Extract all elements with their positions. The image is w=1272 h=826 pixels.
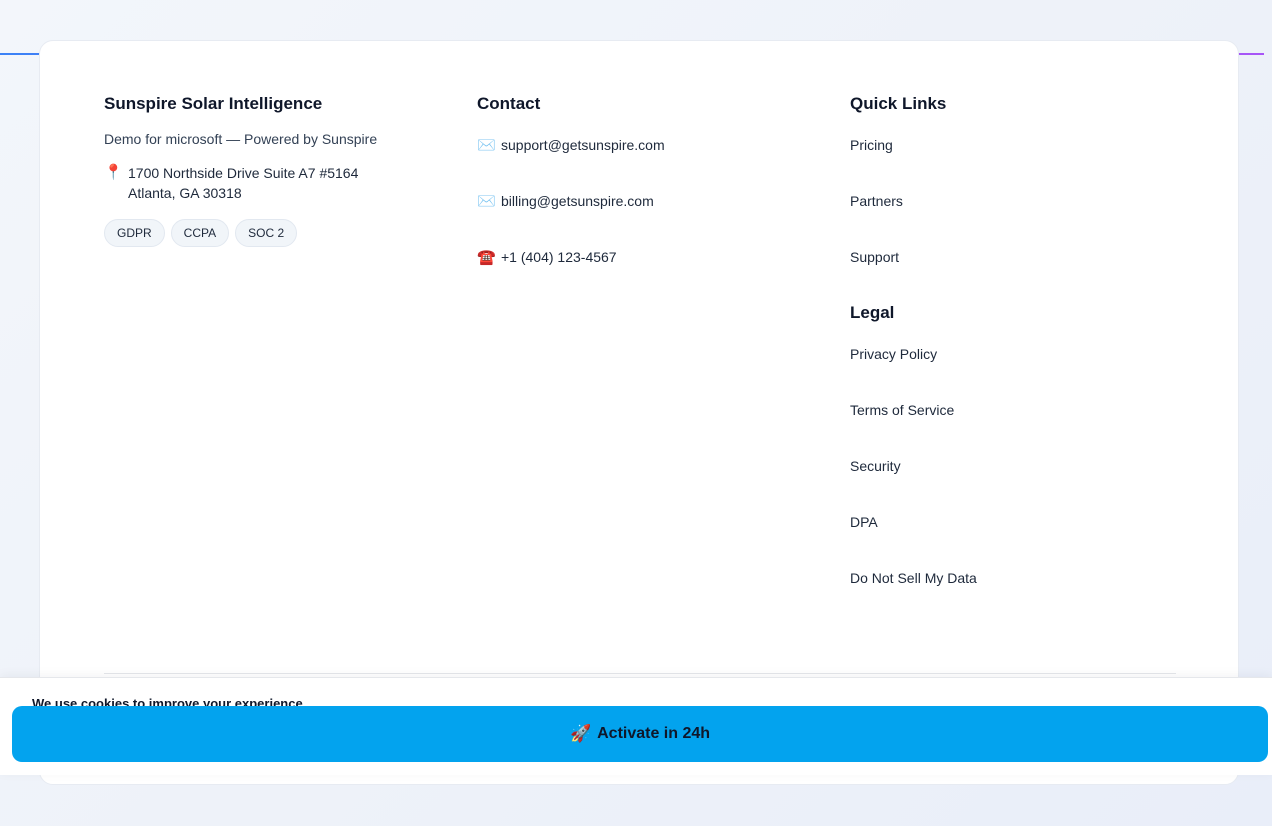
link-partners[interactable]: Partners — [850, 189, 1180, 213]
links-column: Quick Links Pricing Partners Support Leg… — [850, 91, 1180, 622]
telephone-icon: ☎️ — [477, 249, 496, 266]
activate-button-label: Activate in 24h — [597, 725, 711, 742]
badge-ccpa: CCPA — [170, 219, 230, 247]
compliance-badges: GDPR CCPA SOC 2 — [104, 219, 434, 247]
billing-email-label: billing@getsunspire.com — [501, 193, 654, 209]
legal-heading: Legal — [850, 303, 895, 322]
legal-links-list: Privacy Policy Terms of Service Security… — [850, 342, 1180, 590]
phone-link[interactable]: ☎️ +1 (404) 123-4567 — [477, 245, 807, 269]
brand-title: Sunspire Solar Intelligence — [104, 94, 323, 113]
support-email-link[interactable]: ✉️ support@getsunspire.com — [477, 133, 807, 157]
cookie-banner: We use cookies to improve your experienc… — [0, 677, 1272, 775]
company-address: 📍 1700 Northside Drive Suite A7 #5164 At… — [104, 163, 434, 203]
billing-email-link[interactable]: ✉️ billing@getsunspire.com — [477, 189, 807, 213]
contact-list: ✉️ support@getsunspire.com ✉️ billing@ge… — [477, 133, 807, 269]
activate-button[interactable]: 🚀 Activate in 24h — [12, 706, 1268, 762]
brand-column: Sunspire Solar Intelligence Demo for mic… — [104, 91, 434, 247]
quick-links-list: Pricing Partners Support — [850, 133, 1180, 269]
address-line-1: 1700 Northside Drive Suite A7 #5164 — [128, 165, 359, 181]
envelope-icon: ✉️ — [477, 137, 496, 154]
footer-divider — [104, 673, 1176, 674]
link-security[interactable]: Security — [850, 454, 1180, 478]
map-pin-icon: 📍 — [104, 164, 123, 181]
link-privacy-policy[interactable]: Privacy Policy — [850, 342, 1180, 366]
phone-label: +1 (404) 123-4567 — [501, 249, 617, 265]
badge-soc2: SOC 2 — [235, 219, 298, 247]
rocket-icon: 🚀 — [569, 724, 592, 743]
address-line-2: Atlanta, GA 30318 — [128, 185, 242, 201]
link-pricing[interactable]: Pricing — [850, 133, 1180, 157]
badge-gdpr: GDPR — [104, 219, 165, 247]
address-text: 1700 Northside Drive Suite A7 #5164 Atla… — [128, 163, 358, 203]
footer-card: Sunspire Solar Intelligence Demo for mic… — [39, 40, 1239, 785]
link-support[interactable]: Support — [850, 245, 1180, 269]
link-dpa[interactable]: DPA — [850, 510, 1180, 534]
envelope-icon: ✉️ — [477, 193, 496, 210]
contact-heading: Contact — [477, 94, 541, 113]
link-terms-of-service[interactable]: Terms of Service — [850, 398, 1180, 422]
contact-column: Contact ✉️ support@getsunspire.com ✉️ bi… — [477, 91, 807, 301]
quick-links-heading: Quick Links — [850, 94, 947, 113]
support-email-label: support@getsunspire.com — [501, 137, 665, 153]
brand-tagline: Demo for microsoft — Powered by Sunspire — [104, 131, 378, 147]
link-do-not-sell[interactable]: Do Not Sell My Data — [850, 566, 1180, 590]
